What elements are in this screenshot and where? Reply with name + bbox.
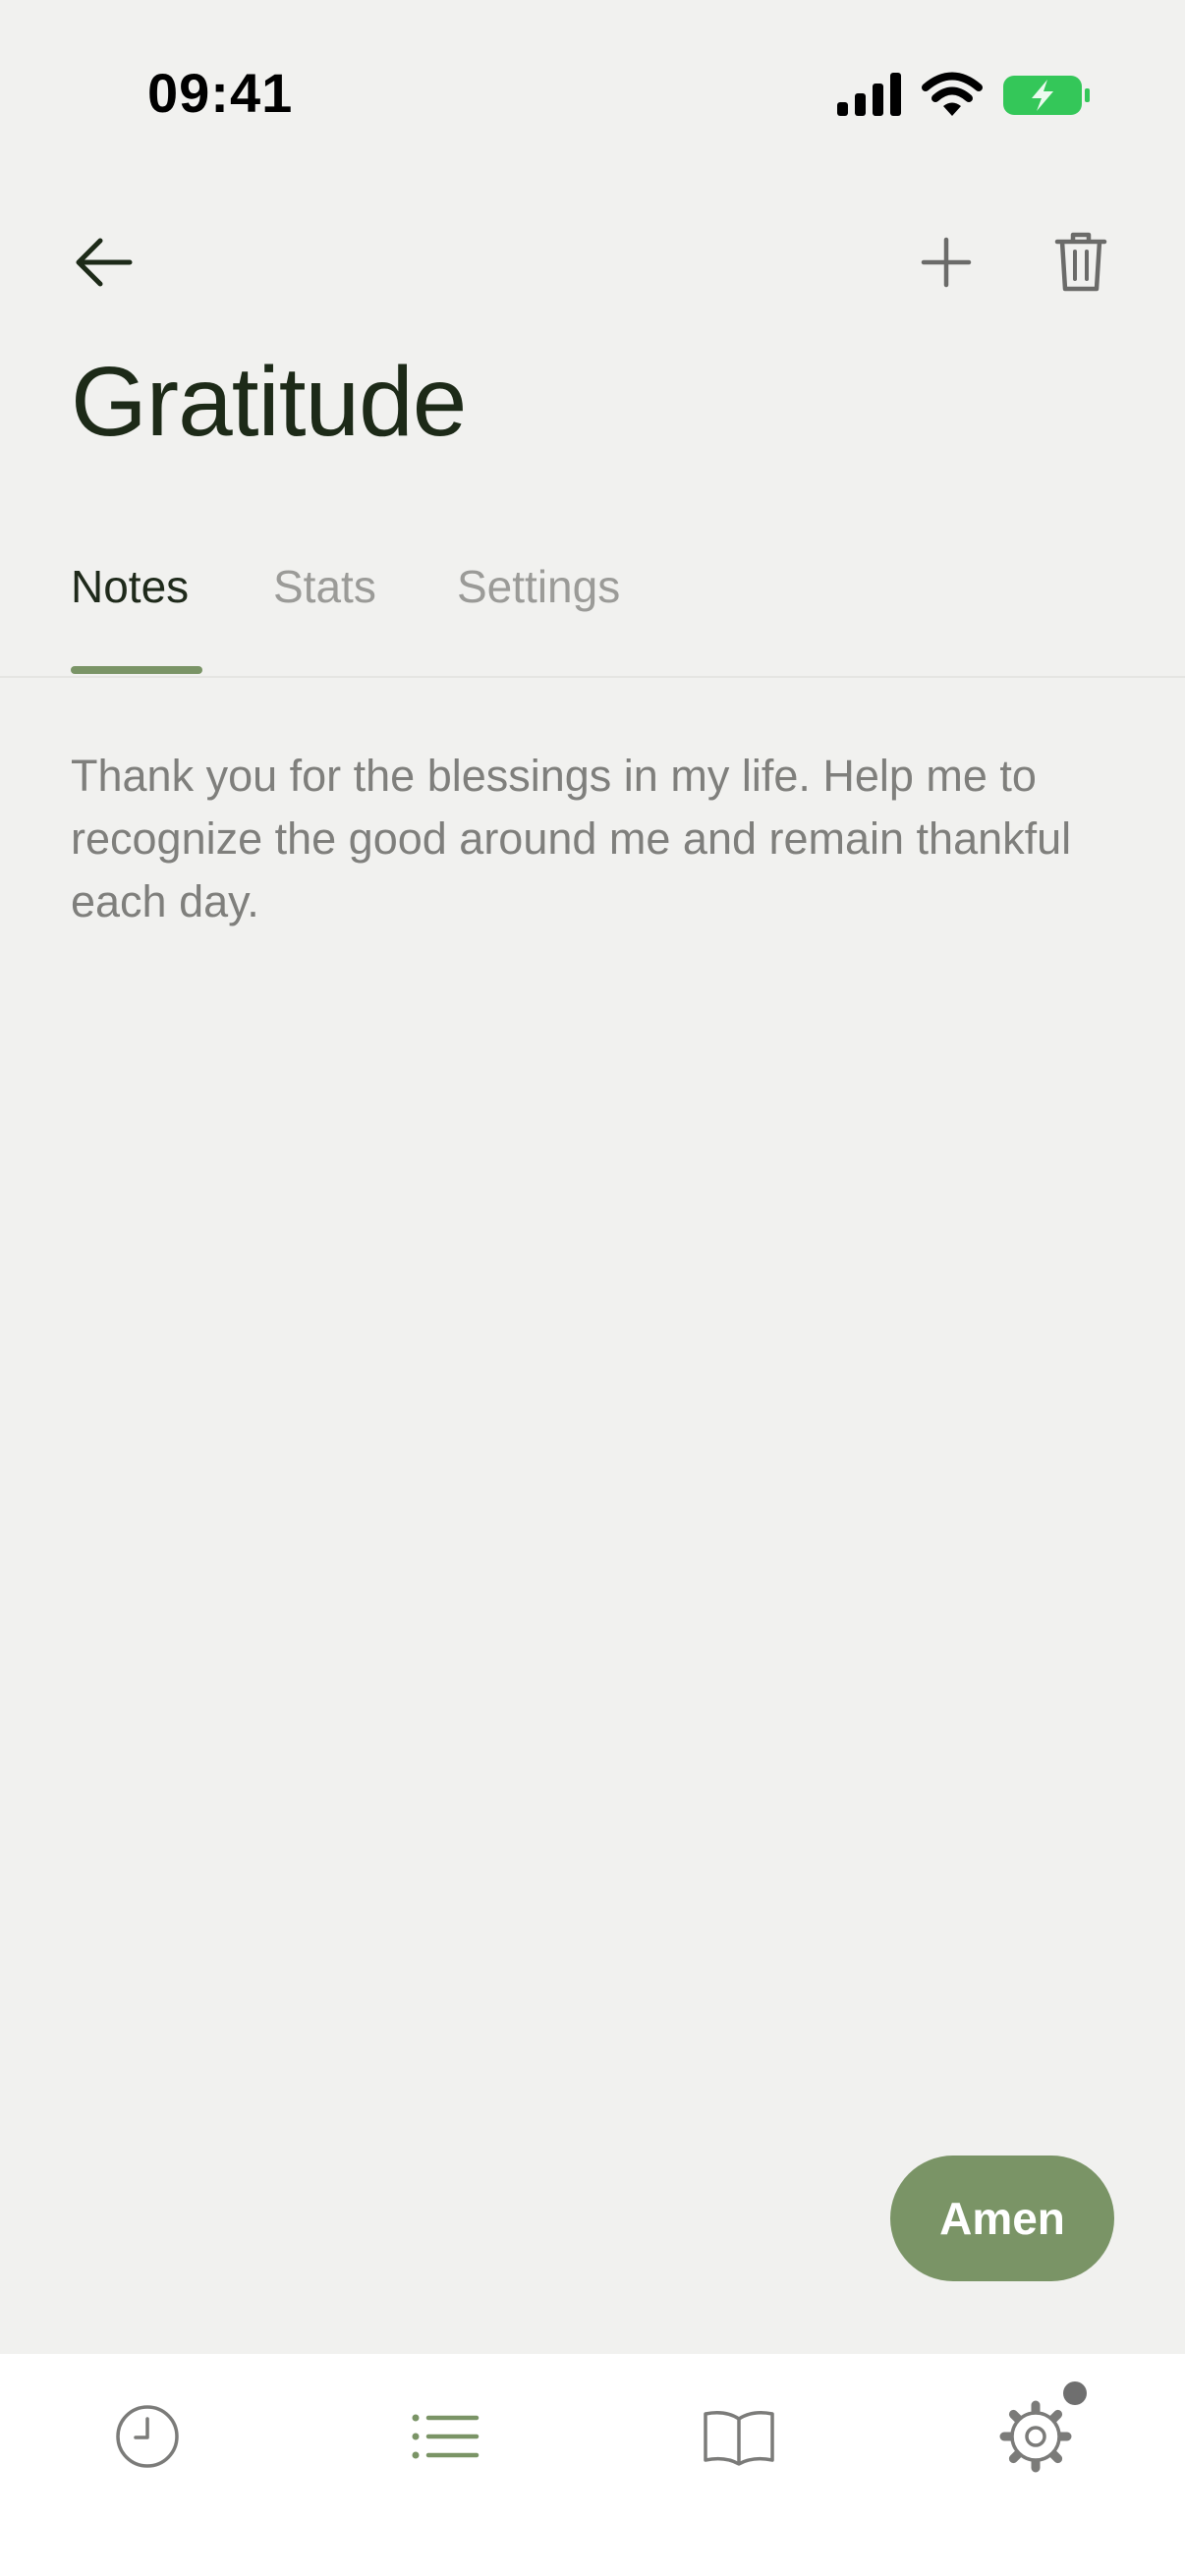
tab-settings[interactable]: Settings (457, 560, 620, 613)
note-text[interactable]: Thank you for the blessings in my life. … (71, 745, 1112, 933)
list-icon[interactable] (405, 2397, 483, 2476)
tab-stats[interactable]: Stats (273, 560, 376, 613)
back-arrow-icon[interactable] (69, 232, 138, 293)
active-tab-indicator (71, 666, 202, 674)
cellular-signal-icon (837, 73, 901, 116)
battery-charging-icon (1003, 76, 1090, 115)
page-title: Gratitude (71, 347, 467, 457)
add-plus-icon[interactable] (918, 234, 975, 291)
gear-icon[interactable] (996, 2397, 1075, 2476)
trash-icon[interactable] (1053, 230, 1108, 293)
clock-icon[interactable] (108, 2397, 187, 2476)
book-icon[interactable] (700, 2397, 778, 2476)
status-time: 09:41 (147, 62, 294, 124)
notification-dot (1063, 2381, 1087, 2405)
tab-notes[interactable]: Notes (71, 560, 189, 613)
amen-button[interactable]: Amen (890, 2156, 1114, 2281)
wifi-icon (922, 72, 983, 116)
tab-divider (0, 676, 1185, 678)
